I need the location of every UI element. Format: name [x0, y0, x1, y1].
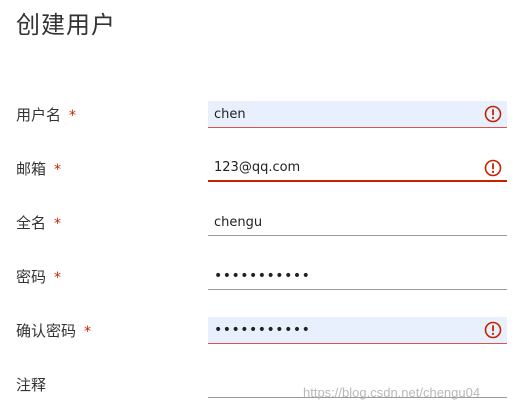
confirm-password-input[interactable] — [208, 317, 507, 344]
page-title: 创建用户 — [16, 11, 116, 39]
watermark: https://blog.csdn.net/chengu04 — [303, 385, 481, 400]
required-marker: * — [69, 108, 77, 124]
required-marker: * — [54, 162, 62, 178]
confirm-password-label: 确认密码 * — [16, 322, 92, 340]
fullname-label: 全名 * — [16, 214, 62, 232]
username-label: 用户名 * — [16, 106, 77, 124]
form-row-fullname: 全名 * — [0, 209, 529, 239]
required-marker: * — [54, 270, 62, 286]
form-row-username: 用户名 * — [0, 101, 529, 131]
fullname-input[interactable] — [208, 209, 507, 236]
form-row-email: 邮箱 * — [0, 155, 529, 185]
form-row-confirm-password: 确认密码 * — [0, 317, 529, 347]
email-input[interactable] — [208, 155, 507, 182]
email-label: 邮箱 * — [16, 160, 62, 178]
required-marker: * — [54, 216, 62, 232]
form-row-password: 密码 * — [0, 263, 529, 293]
error-icon — [484, 159, 502, 177]
username-input[interactable] — [208, 101, 507, 128]
error-icon — [484, 321, 502, 339]
comments-label: 注释 — [16, 376, 47, 394]
password-label: 密码 * — [16, 268, 62, 286]
required-marker: * — [84, 324, 92, 340]
password-input[interactable] — [208, 263, 507, 290]
error-icon — [484, 105, 502, 123]
